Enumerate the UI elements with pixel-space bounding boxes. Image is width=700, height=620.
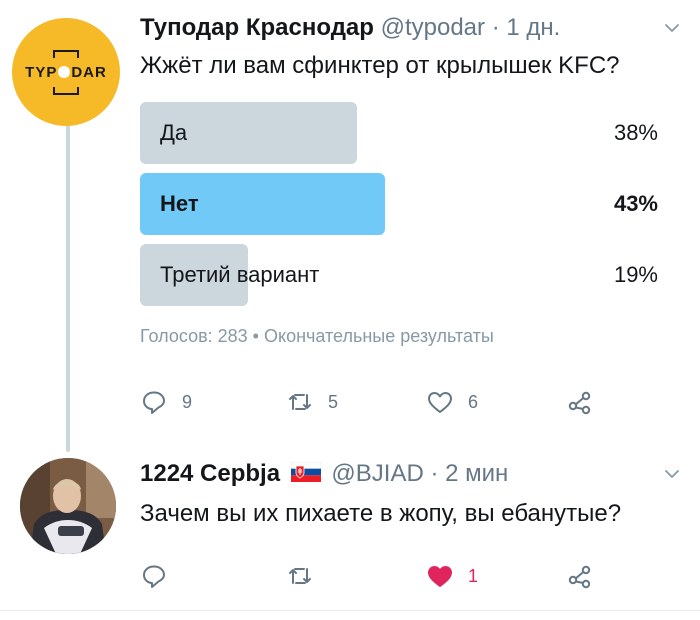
retweet-icon [289, 568, 311, 584]
author-handle-time[interactable]: @BJIAD · 2 мин [331, 460, 508, 487]
author-name[interactable]: Туподар Краснодар [140, 14, 374, 41]
author-name[interactable]: 1224 Cepbja [140, 460, 280, 487]
tweet-text: Зачем вы их пихаете в жопу, вы ебанутые? [140, 500, 622, 527]
share-icon [568, 391, 591, 415]
poll-option-label: Третий вариант [160, 262, 320, 287]
reply-icon [143, 391, 165, 414]
chevron-down-icon[interactable] [664, 466, 680, 487]
poll-meta: Голосов: 283 • Окончательные результаты [140, 326, 494, 346]
retweet-count: 5 [328, 391, 339, 412]
user-photo [20, 458, 116, 554]
like-count: 6 [468, 391, 479, 412]
tweet-header: 1224 Cepbja @BJIAD · 2 мин [140, 460, 508, 489]
like-count: 1 [468, 565, 479, 586]
retweet-button[interactable] [286, 562, 314, 590]
reply-button[interactable] [140, 562, 168, 590]
avatar[interactable]: TYP DAR [12, 18, 120, 126]
chevron-down-icon[interactable] [664, 20, 680, 41]
poll-option-percent: 19% [613, 262, 658, 287]
tweet-header: Туподар Краснодар @typodar · 1 дн. [140, 14, 560, 42]
reply-count: 9 [182, 391, 193, 412]
poll-option-percent: 38% [613, 120, 658, 145]
poll-option-label: Да [160, 120, 188, 145]
share-button[interactable] [566, 562, 594, 590]
reply-button[interactable]: 9 [140, 388, 192, 416]
share-button[interactable] [566, 388, 594, 416]
poll-option-percent: 43% [613, 191, 658, 216]
like-button[interactable]: 6 [426, 388, 478, 416]
divider [0, 610, 700, 611]
share-icon [568, 565, 591, 589]
retweet-icon [289, 394, 311, 410]
reply-icon [143, 565, 165, 588]
author-handle-time[interactable]: @typodar · 1 дн. [381, 14, 561, 41]
slovakia-flag-icon [290, 461, 321, 489]
retweet-button[interactable]: 5 [286, 388, 338, 416]
tweet-text: Жжёт ли вам сфинктер от крылышек KFC? [140, 52, 620, 79]
typodar-logo: TYP DAR [25, 49, 107, 95]
poll-option-label: Нет [160, 191, 199, 216]
like-button[interactable]: 1 [426, 562, 478, 590]
heart-filled-icon [428, 566, 452, 587]
heart-icon [428, 392, 452, 413]
thread-line [66, 112, 70, 452]
avatar[interactable] [20, 458, 116, 554]
